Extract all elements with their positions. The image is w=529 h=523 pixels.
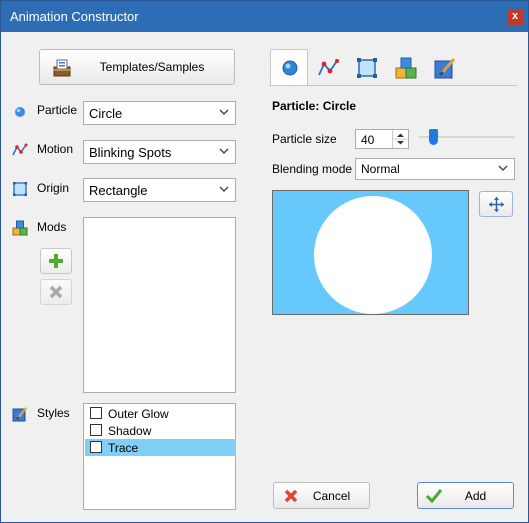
mods-cubes-icon bbox=[395, 57, 417, 82]
title-bar: Animation Constructor x bbox=[1, 1, 528, 32]
particle-size-slider[interactable] bbox=[419, 127, 515, 147]
delete-x-icon bbox=[48, 284, 64, 303]
styles-label: Styles bbox=[37, 406, 70, 420]
cancel-label: Cancel bbox=[312, 488, 351, 503]
particle-circle-icon bbox=[12, 104, 28, 120]
motion-select[interactable]: Blinking Spots bbox=[83, 140, 236, 164]
style-item-shadow[interactable]: Shadow bbox=[85, 422, 236, 439]
particle-size-label: Particle size bbox=[272, 132, 337, 146]
move-arrows-icon bbox=[488, 196, 505, 216]
particle-select[interactable]: Circle bbox=[83, 101, 236, 125]
tab-mods[interactable] bbox=[387, 49, 425, 85]
shadow-label: Shadow bbox=[108, 424, 152, 438]
fit-preview-button[interactable] bbox=[479, 191, 513, 217]
mods-list[interactable] bbox=[83, 217, 236, 393]
add-label: Add bbox=[464, 488, 487, 503]
style-item-outer-glow[interactable]: Outer Glow bbox=[85, 405, 236, 422]
animation-constructor-window: Animation Constructor x Templates/Sample… bbox=[0, 0, 529, 523]
origin-select[interactable]: Rectangle bbox=[83, 178, 236, 202]
particle-heading: Particle: Circle bbox=[272, 99, 357, 113]
origin-label: Origin bbox=[37, 181, 70, 195]
origin-rectangle-icon bbox=[356, 57, 378, 82]
particle-preview bbox=[272, 190, 469, 315]
trace-checkbox[interactable] bbox=[90, 441, 102, 453]
motion-select-value: Blinking Spots bbox=[89, 145, 172, 160]
origin-rectangle-icon bbox=[12, 181, 28, 197]
tab-divider bbox=[269, 85, 517, 86]
blending-mode-value: Normal bbox=[361, 162, 400, 176]
outer-glow-label: Outer Glow bbox=[108, 407, 169, 421]
preview-circle bbox=[314, 196, 432, 314]
add-mod-button[interactable] bbox=[40, 248, 72, 274]
motion-path-icon bbox=[317, 57, 339, 82]
tab-styles[interactable] bbox=[426, 49, 464, 85]
close-button[interactable]: x bbox=[507, 9, 523, 25]
mods-label: Mods bbox=[37, 220, 67, 234]
templates-samples-label: Templates/Samples bbox=[99, 60, 205, 74]
origin-select-value: Rectangle bbox=[89, 183, 148, 198]
particle-label: Particle bbox=[37, 103, 78, 117]
styles-brush-icon bbox=[434, 57, 456, 82]
particle-select-value: Circle bbox=[89, 106, 123, 121]
trace-label: Trace bbox=[108, 441, 139, 455]
particle-size-value: 40 bbox=[361, 133, 375, 147]
particle-circle-icon bbox=[281, 59, 299, 80]
tab-particle[interactable] bbox=[270, 49, 308, 85]
slider-thumb[interactable] bbox=[429, 129, 438, 145]
window-title: Animation Constructor bbox=[10, 9, 139, 24]
blending-mode-select[interactable]: Normal bbox=[355, 158, 515, 180]
chevron-down-icon bbox=[217, 105, 231, 119]
add-button[interactable]: Add bbox=[417, 482, 514, 509]
motion-label: Motion bbox=[37, 142, 74, 156]
templates-box-icon bbox=[52, 58, 72, 78]
tab-motion[interactable] bbox=[309, 49, 347, 85]
style-item-trace[interactable]: Trace bbox=[85, 439, 236, 456]
blending-mode-label: Blending mode bbox=[272, 162, 353, 176]
styles-list[interactable]: Outer Glow Shadow Trace bbox=[83, 403, 236, 510]
remove-mod-button[interactable] bbox=[40, 279, 72, 305]
motion-path-icon bbox=[12, 142, 28, 158]
tab-origin[interactable] bbox=[348, 49, 386, 85]
cancel-button[interactable]: Cancel bbox=[273, 482, 370, 509]
plus-icon bbox=[48, 253, 64, 272]
chevron-down-icon bbox=[496, 161, 510, 175]
particle-size-spinner[interactable]: 40 bbox=[355, 129, 409, 149]
styles-brush-icon bbox=[12, 406, 28, 422]
chevron-down-icon bbox=[217, 144, 231, 158]
templates-samples-button[interactable]: Templates/Samples bbox=[39, 49, 235, 85]
spin-arrows[interactable] bbox=[392, 130, 408, 148]
shadow-checkbox[interactable] bbox=[90, 424, 102, 436]
mods-cubes-icon bbox=[12, 220, 28, 236]
outer-glow-checkbox[interactable] bbox=[90, 407, 102, 419]
chevron-down-icon bbox=[217, 182, 231, 196]
